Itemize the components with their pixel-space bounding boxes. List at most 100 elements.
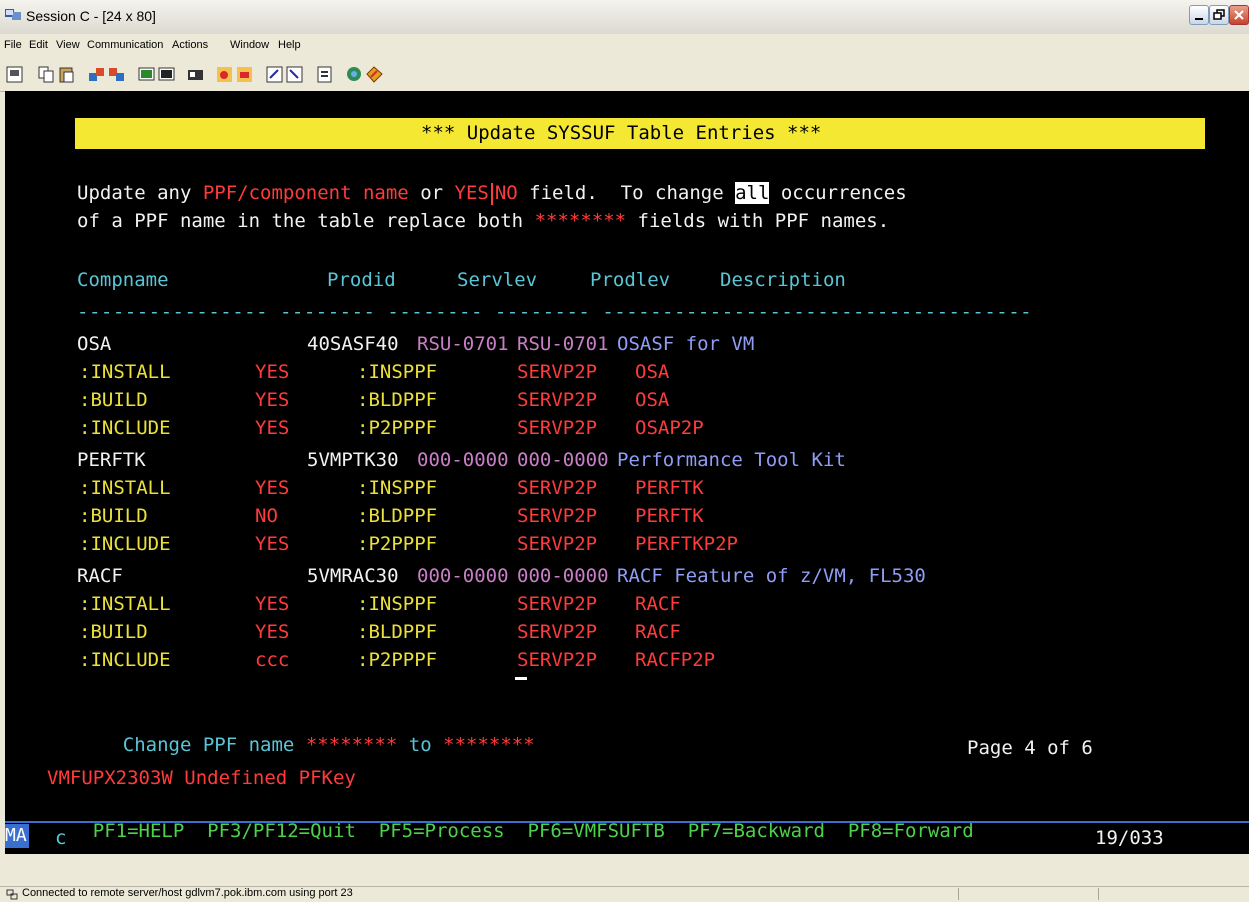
component-prodlev[interactable]: RSU-0701 [517, 333, 609, 355]
header-servlev: Servlev [457, 269, 538, 291]
component-prodid: 40SASF40 [307, 333, 399, 355]
option-label: :INSTALL [79, 593, 171, 615]
option-label: :INCLUDE [79, 417, 171, 439]
option-label: :INSTALL [79, 477, 171, 499]
option-value-field[interactable]: YES [255, 389, 289, 411]
oia-input: c [55, 827, 67, 849]
option-label: :BUILD [79, 389, 148, 411]
ppf-name-field[interactable]: SERVP2P [517, 389, 597, 411]
copy-icon[interactable] [38, 66, 55, 83]
pfkey-forward[interactable]: PF8=Forward [848, 820, 974, 842]
ppf-component-field[interactable]: PERFTK [635, 477, 704, 499]
close-button[interactable] [1229, 5, 1249, 25]
change-from-field[interactable]: ******** [306, 734, 398, 756]
component-name: OSA [77, 333, 112, 355]
restore-button[interactable] [1209, 5, 1229, 25]
option-value-field[interactable]: YES [255, 417, 289, 439]
option-value-field[interactable]: YES [255, 361, 289, 383]
ppf-name-field[interactable]: SERVP2P [517, 361, 597, 383]
option-value-field[interactable]: YES [255, 621, 289, 643]
send-file-icon[interactable] [88, 66, 105, 83]
ppf-name-field[interactable]: SERVP2P [517, 593, 597, 615]
ppf-label: :INSPPF [357, 361, 438, 383]
instruction-line-1: Update any PPF/component name or YES NO f… [77, 182, 907, 205]
ppf-component-field[interactable]: RACF [635, 593, 681, 615]
menu-edit[interactable]: Edit [29, 39, 48, 51]
option-value-field[interactable]: YES [255, 533, 289, 555]
option-value-field[interactable]: YES [255, 593, 289, 615]
component-description: RACF Feature of z/VM, FL530 [617, 565, 926, 587]
terminal-screen[interactable]: *** Update SYSSUF Table Entries *** Upda… [5, 91, 1249, 854]
menu-help[interactable]: Help [278, 39, 301, 51]
option-label: :INSTALL [79, 361, 171, 383]
ppf-component-field[interactable]: OSAP2P [635, 417, 704, 439]
pfkey-help[interactable]: PF1=HELP [93, 820, 185, 842]
header-prodid: Prodid [327, 269, 396, 291]
component-name: PERFTK [77, 449, 146, 471]
menu-view[interactable]: View [56, 39, 80, 51]
header-prodlev: Prodlev [590, 269, 671, 291]
ppf-component-field[interactable]: OSA [635, 389, 669, 411]
connection-status: Connected to remote server/host gdlvm7.p… [22, 887, 353, 899]
ppf-name-field[interactable]: SERVP2P [517, 505, 597, 527]
ppf-name-field[interactable]: SERVP2P [517, 417, 597, 439]
transfer-icon[interactable] [266, 66, 283, 83]
component-name: RACF [77, 565, 123, 587]
clipboard-icon[interactable] [316, 66, 333, 83]
print-icon[interactable] [6, 66, 23, 83]
pfkey-backward[interactable]: PF7=Backward [688, 820, 825, 842]
component-prodlev[interactable]: 000-0000 [517, 565, 609, 587]
header-description: Description [720, 269, 846, 291]
option-value-field[interactable]: YES [255, 477, 289, 499]
playback-icon[interactable] [236, 66, 253, 83]
diamond-icon[interactable] [366, 66, 383, 83]
ppf-component-field[interactable]: PERFTK [635, 505, 704, 527]
component-servlev[interactable]: 000-0000 [417, 565, 509, 587]
ppf-component-field[interactable]: RACFP2P [635, 649, 715, 671]
page-indicator: Page 4 of 6 [967, 737, 1093, 759]
component-servlev[interactable]: 000-0000 [417, 449, 509, 471]
ppf-label: :P2PPPF [357, 417, 438, 439]
keypad-icon[interactable] [158, 66, 175, 83]
pfkey-line: PF1=HELP PF3/PF12=Quit PF5=Process PF6=V… [47, 795, 974, 842]
pfkey-vmfsuftb[interactable]: PF6=VMFSUFTB [528, 820, 665, 842]
ppf-component-field[interactable]: RACF [635, 621, 681, 643]
ppf-name-field[interactable]: SERVP2P [517, 533, 597, 555]
menu-communication[interactable]: Communication [87, 39, 163, 51]
pfkey-quit[interactable]: PF3/PF12=Quit [207, 820, 356, 842]
instruction-line-2: of a PPF name in the table replace both … [77, 210, 890, 232]
receive-file-icon[interactable] [108, 66, 125, 83]
globe-icon[interactable] [346, 66, 363, 83]
screen-banner: *** Update SYSSUF Table Entries *** [75, 118, 1205, 149]
ppf-component-field[interactable]: OSA [635, 361, 669, 383]
component-prodlev[interactable]: 000-0000 [517, 449, 609, 471]
pfkey-process[interactable]: PF5=Process [379, 820, 505, 842]
status-message: VMFUPX2303W Undefined PFKey [47, 767, 356, 789]
ppf-component-field[interactable]: PERFTKP2P [635, 533, 738, 555]
option-value-field[interactable]: NO [255, 505, 278, 527]
ppf-name-field[interactable]: SERVP2P [517, 621, 597, 643]
option-label: :INCLUDE [79, 533, 171, 555]
status-bar: Connected to remote server/host gdlvm7.p… [0, 886, 1249, 902]
component-servlev[interactable]: RSU-0701 [417, 333, 509, 355]
option-label: :BUILD [79, 505, 148, 527]
ppf-name-field[interactable]: SERVP2P [517, 477, 597, 499]
ppf-name-field[interactable]: SERVP2P [517, 649, 597, 671]
menu-file[interactable]: File [4, 39, 22, 51]
component-prodid: 5VMPTK30 [307, 449, 399, 471]
record-icon[interactable] [216, 66, 233, 83]
macro-icon[interactable] [187, 66, 204, 83]
menu-window[interactable]: Window [230, 39, 269, 51]
oia-separator [5, 821, 1249, 823]
display-icon[interactable] [138, 66, 155, 83]
minimize-button[interactable] [1189, 5, 1209, 25]
paste-icon[interactable] [58, 66, 75, 83]
header-compname: Compname [77, 269, 169, 291]
option-label: :BUILD [79, 621, 148, 643]
option-label: :INCLUDE [79, 649, 171, 671]
menu-actions[interactable]: Actions [172, 39, 208, 51]
option-value-field[interactable]: ccc [255, 649, 289, 671]
change-to-field[interactable]: ******** [443, 734, 535, 756]
ppf-label: :BLDPPF [357, 389, 438, 411]
transfer-list-icon[interactable] [286, 66, 303, 83]
